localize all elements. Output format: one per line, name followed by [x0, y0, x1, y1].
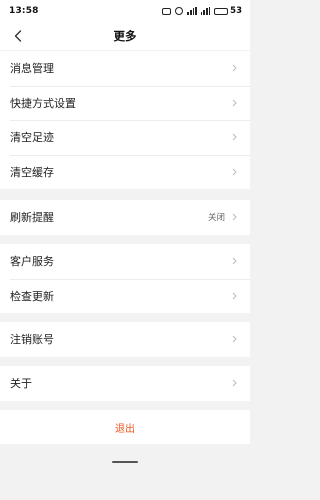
nav-bar: 更多: [0, 22, 250, 50]
settings-group-account: 注销账号: [0, 322, 250, 357]
menu-item-clear-cache[interactable]: 清空缓存: [0, 154, 250, 190]
menu-item-clear-history[interactable]: 清空足迹: [0, 120, 250, 155]
menu-item-shortcut-settings[interactable]: 快捷方式设置: [0, 85, 250, 121]
logout-group: 退出: [0, 410, 250, 444]
menu-item-message-management[interactable]: 消息管理: [0, 51, 250, 86]
chevron-right-icon: [232, 292, 238, 300]
menu-item-label: 消息管理: [10, 62, 54, 76]
signal-icon: [187, 7, 197, 15]
settings-group-refresh: 刷新提醒 关闭: [0, 200, 250, 235]
signal-icon: [200, 7, 211, 15]
menu-item-refresh-reminder[interactable]: 刷新提醒 关闭: [0, 200, 250, 235]
status-icons: 53: [162, 6, 242, 16]
chevron-right-icon: [232, 213, 238, 221]
alarm-icon: [175, 7, 184, 15]
chevron-right-icon: [232, 133, 238, 141]
menu-item-customer-service[interactable]: 客户服务: [0, 244, 250, 279]
refresh-reminder-value: 关闭: [207, 213, 225, 224]
status-time: 13:58: [9, 6, 39, 16]
menu-item-check-update[interactable]: 检查更新: [0, 278, 250, 314]
settings-group-general: 消息管理 快捷方式设置 清空足迹 清空缓存: [0, 51, 250, 189]
chevron-right-icon: [232, 64, 238, 72]
settings-group-about: 关于: [0, 366, 250, 401]
menu-item-label: 快捷方式设置: [10, 96, 76, 110]
logout-label: 退出: [115, 423, 135, 435]
menu-item-about[interactable]: 关于: [0, 366, 250, 401]
menu-item-label: 注销账号: [10, 333, 54, 347]
chevron-right-icon: [232, 379, 238, 387]
logout-button[interactable]: 退出: [0, 410, 250, 444]
chevron-left-icon: [14, 30, 22, 42]
settings-group-service: 客户服务 检查更新: [0, 244, 250, 313]
nfc-icon: [162, 7, 172, 15]
menu-item-label: 清空缓存: [10, 165, 54, 179]
page-title: 更多: [113, 29, 137, 43]
menu-item-label: 检查更新: [10, 289, 54, 303]
status-bar: 13:58 53: [0, 0, 250, 22]
menu-item-label: 刷新提醒: [10, 211, 54, 225]
home-indicator[interactable]: [112, 461, 138, 463]
chevron-right-icon: [232, 335, 238, 343]
battery-level: 53: [230, 6, 242, 16]
menu-item-label: 关于: [10, 377, 32, 391]
back-button[interactable]: [8, 25, 28, 47]
menu-item-label: 客户服务: [10, 255, 54, 269]
chevron-right-icon: [232, 257, 238, 265]
menu-item-cancel-account[interactable]: 注销账号: [0, 322, 250, 357]
chevron-right-icon: [232, 168, 238, 176]
menu-item-label: 清空足迹: [10, 131, 54, 145]
battery-icon: 53: [214, 6, 242, 16]
chevron-right-icon: [232, 99, 238, 107]
